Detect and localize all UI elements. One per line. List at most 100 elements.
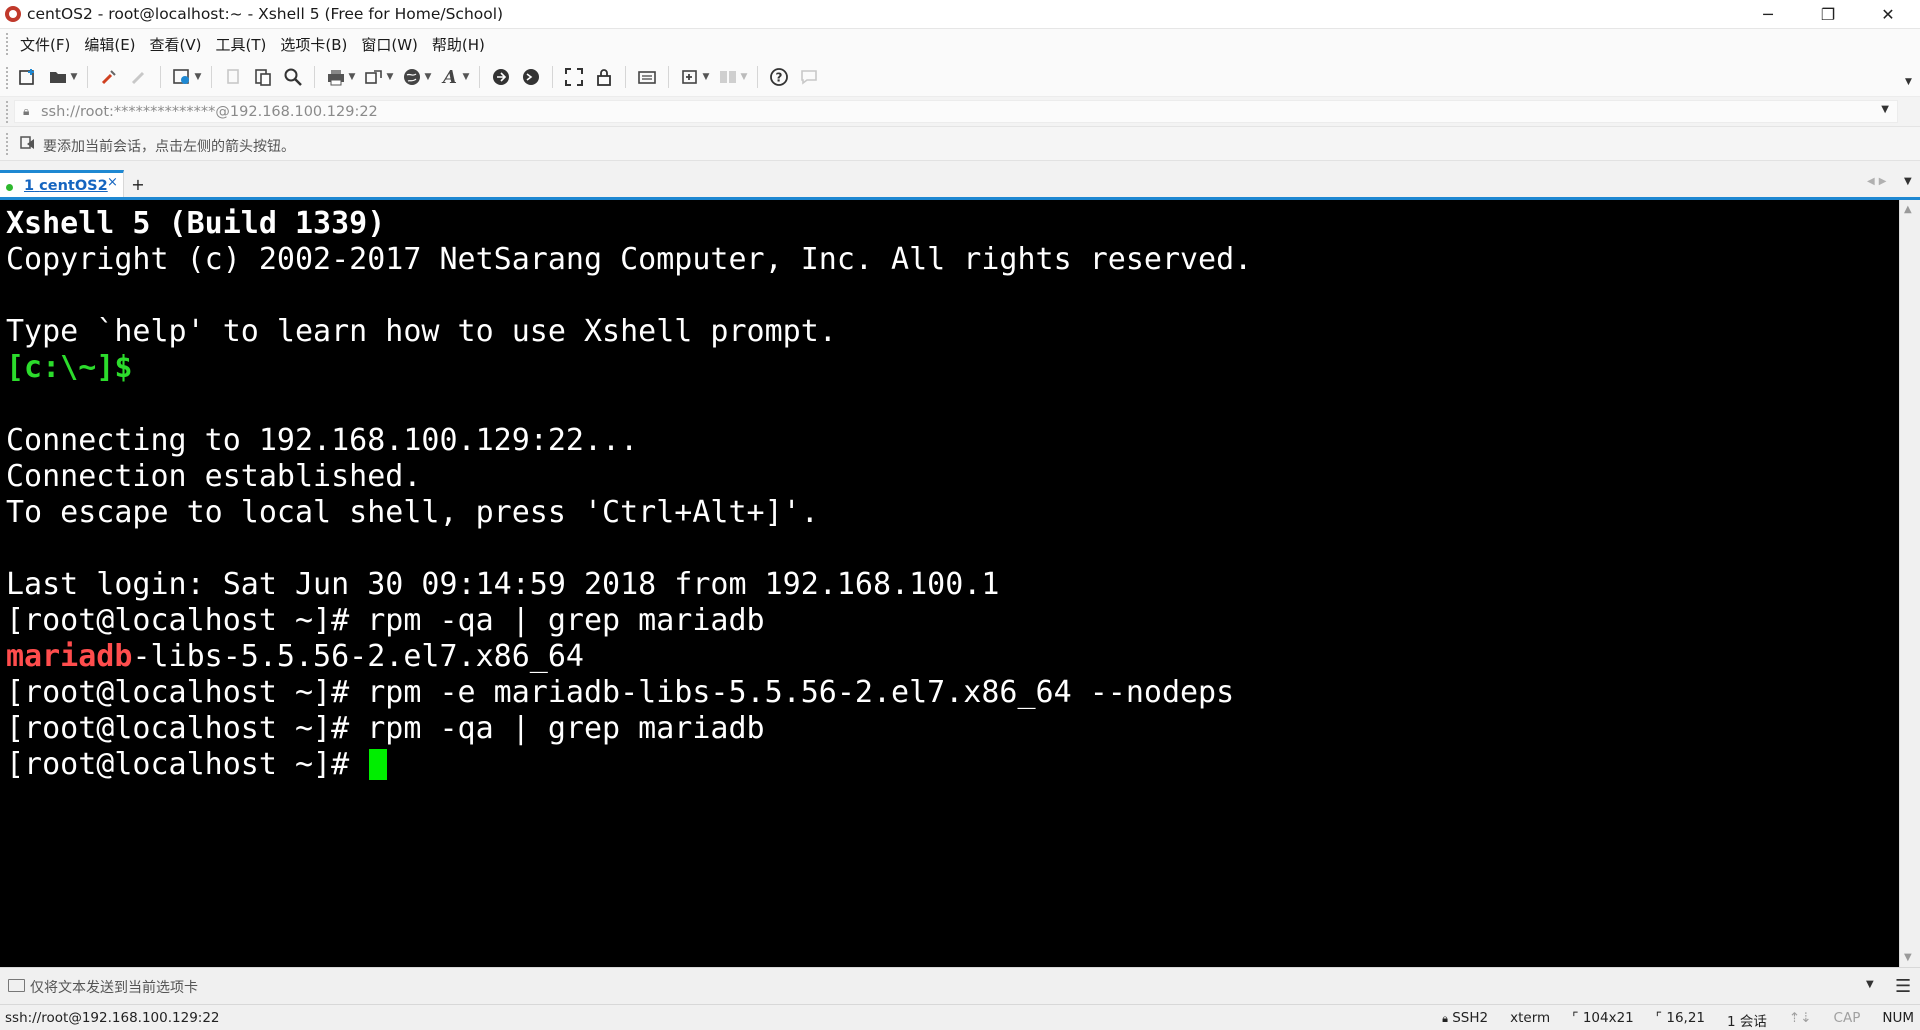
globe-dropdown-icon[interactable]: ▼	[424, 72, 432, 82]
xshell-logo-icon	[5, 6, 21, 22]
terminal-scrollbar[interactable]: ▲ ▼	[1899, 200, 1920, 967]
compose-bar[interactable]: 仅将文本发送到当前选项卡 ▼ ☰	[0, 967, 1920, 1004]
help-icon[interactable]: ?	[767, 65, 791, 89]
print-icon[interactable]	[324, 65, 348, 89]
status-size: ⌜ 104x21	[1572, 1010, 1634, 1026]
status-scroll-arrows-icon: ⇡⇣	[1788, 1010, 1812, 1026]
tab-label[interactable]: 1 centOS2	[24, 178, 108, 194]
terminal-line: mariadb-libs-5.5.56-2.el7.x86_64	[6, 639, 1252, 675]
menu-tools[interactable]: 工具(T)	[216, 34, 267, 55]
menu-file[interactable]: 文件(F)	[20, 34, 70, 55]
status-protocol: 🔒︎ SSH2	[1442, 1010, 1489, 1026]
terminal-text: -libs-5.5.56-2.el7.x86_64	[132, 639, 584, 675]
terminal-text: [root@localhost ~]#	[6, 747, 368, 783]
menu-window[interactable]: 窗口(W)	[361, 34, 418, 55]
copy-icon[interactable]	[221, 65, 245, 89]
terminal-text: [root@localhost ~]# rpm -e mariadb-libs-…	[6, 675, 1235, 711]
menu-help[interactable]: 帮助(H)	[432, 34, 485, 55]
reconnect-icon[interactable]	[97, 65, 121, 89]
transfer-icon[interactable]	[362, 65, 386, 89]
address-dropdown-icon[interactable]: ▼	[1881, 104, 1889, 115]
tab-scroll-arrows-icon[interactable]: ◀▶	[1867, 176, 1890, 187]
terminal-text: Type `help' to learn how to use Xshell p…	[6, 314, 837, 350]
terminal-cursor	[369, 749, 388, 781]
terminal-text: Connecting to 192.168.100.129:22...	[6, 422, 639, 458]
terminal-text: Connection established.	[6, 458, 422, 494]
status-bar: ssh://root@192.168.100.129:22 🔒︎ SSH2 xt…	[0, 1004, 1920, 1030]
terminal-line: [root@localhost ~]#	[6, 747, 1252, 783]
toolbar-overflow-icon[interactable]: ▼	[1905, 77, 1912, 87]
menu-edit[interactable]: 编辑(E)	[84, 34, 135, 55]
compose-dropdown-icon[interactable]: ▼	[1866, 979, 1874, 990]
paste-icon[interactable]	[251, 65, 275, 89]
lock-icon[interactable]	[592, 65, 616, 89]
terminal-text: [root@localhost ~]# rpm -qa | grep maria…	[6, 603, 765, 639]
transfer-dropdown-icon[interactable]: ▼	[386, 72, 394, 82]
chat-icon[interactable]	[797, 65, 821, 89]
open-folder-icon[interactable]	[46, 65, 70, 89]
terminal-line: To escape to local shell, press 'Ctrl+Al…	[6, 495, 1252, 531]
tab-bar: 1 centOS2 × + ◀▶ ▼	[0, 161, 1920, 199]
terminal-line: [root@localhost ~]# rpm -e mariadb-libs-…	[6, 675, 1252, 711]
terminal-text: [root@localhost ~]# rpm -qa | grep maria…	[6, 711, 765, 747]
status-num: NUM	[1882, 1010, 1914, 1026]
menu-tab[interactable]: 选项卡(B)	[280, 34, 347, 55]
new-session-icon[interactable]	[16, 65, 40, 89]
terminal-line: Type `help' to learn how to use Xshell p…	[6, 314, 1252, 350]
terminal-line: Copyright (c) 2002-2017 NetSarang Comput…	[6, 242, 1252, 278]
compose-input[interactable]: 仅将文本发送到当前选项卡	[30, 977, 198, 997]
terminal-text: mariadb	[6, 639, 133, 675]
compose-dropdown-icon[interactable]: ▼	[702, 72, 710, 82]
find-icon[interactable]	[281, 65, 305, 89]
connection-status-icon	[6, 184, 13, 191]
minimize-button[interactable]: ─	[1745, 0, 1791, 29]
xftp-icon[interactable]	[489, 65, 513, 89]
properties-icon[interactable]	[170, 65, 194, 89]
fullscreen-icon[interactable]	[562, 65, 586, 89]
svg-text:?: ?	[776, 71, 783, 85]
layout-dropdown-icon[interactable]: ▼	[740, 72, 748, 82]
open-dropdown-icon[interactable]: ▼	[70, 72, 78, 82]
scroll-down-icon[interactable]: ▼	[1904, 952, 1912, 963]
add-tab-button[interactable]: +	[128, 174, 148, 194]
terminal-text: Xshell 5 (Build 1339)	[6, 206, 386, 241]
xshell-icon[interactable]	[519, 65, 543, 89]
close-button[interactable]: ✕	[1865, 0, 1911, 29]
resize-icon: ⌜	[1572, 1010, 1579, 1026]
status-connection: ssh://root@192.168.100.129:22	[5, 1010, 220, 1026]
tab-close-icon[interactable]: ×	[107, 175, 118, 190]
terminal-line: Connection established.	[6, 459, 1252, 495]
add-session-arrow-icon[interactable]	[20, 135, 36, 155]
cursor-pos-icon: ⌜	[1655, 1010, 1663, 1026]
properties-dropdown-icon[interactable]: ▼	[194, 72, 202, 82]
globe-icon[interactable]	[400, 65, 424, 89]
address-field[interactable]: 🔒︎ ssh://root:**************@192.168.100…	[14, 100, 1898, 123]
keyboard-icon[interactable]	[635, 65, 659, 89]
title-bar: centOS2 - root@localhost:~ - Xshell 5 (F…	[0, 0, 1920, 29]
layout-icon[interactable]	[716, 65, 740, 89]
menu-view[interactable]: 查看(V)	[150, 34, 202, 55]
tab-centos2[interactable]: 1 centOS2 ×	[0, 170, 124, 199]
font-icon[interactable]: A	[438, 65, 462, 89]
status-terminal-type: xterm	[1510, 1010, 1551, 1026]
address-text[interactable]: ssh://root:**************@192.168.100.12…	[41, 104, 378, 120]
disconnect-icon[interactable]	[127, 65, 151, 89]
toolbar: ▼ ▼ ▼ ▼ ▼ A ▼ ▼ ▼ ? ▼	[0, 59, 1920, 97]
terminal-line: [root@localhost ~]# rpm -qa | grep maria…	[6, 711, 1252, 747]
compose-menu-icon[interactable]: ☰	[1895, 976, 1911, 997]
terminal[interactable]: Xshell 5 (Build 1339) Copyright (c) 2002-…	[0, 200, 1899, 967]
font-dropdown-icon[interactable]: ▼	[462, 72, 470, 82]
menu-bar: 文件(F) 编辑(E) 查看(V) 工具(T) 选项卡(B) 窗口(W) 帮助(…	[0, 29, 1920, 59]
compose-icon[interactable]	[678, 65, 702, 89]
scroll-up-icon[interactable]: ▲	[1904, 204, 1912, 215]
lock-icon: 🔒︎	[23, 104, 30, 118]
session-hint-bar: 要添加当前会话，点击左侧的箭头按钮。	[0, 127, 1920, 161]
protocol-lock-icon: 🔒︎	[1442, 1012, 1448, 1025]
tab-list-dropdown-icon[interactable]: ▼	[1904, 176, 1912, 187]
print-dropdown-icon[interactable]: ▼	[348, 72, 356, 82]
terminal-line: Last login: Sat Jun 30 09:14:59 2018 fro…	[6, 567, 1252, 603]
restore-button[interactable]: ❐	[1805, 0, 1851, 29]
terminal-output: Xshell 5 (Build 1339) Copyright (c) 2002-…	[6, 206, 1252, 784]
